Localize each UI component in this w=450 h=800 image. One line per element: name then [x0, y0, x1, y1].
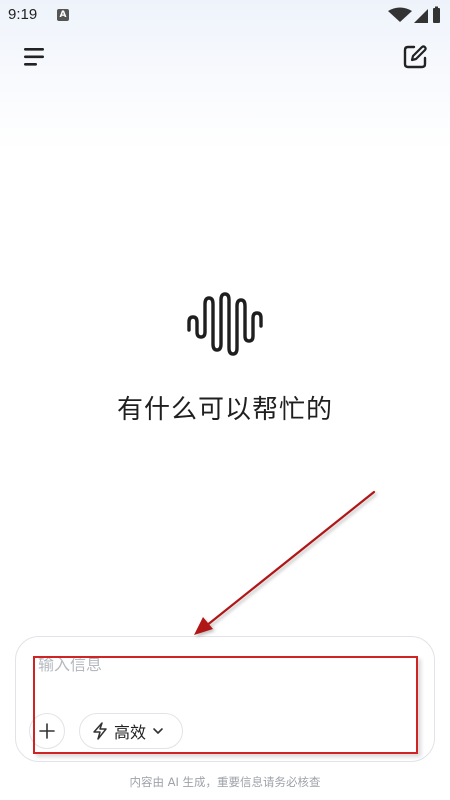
status-time: 9:19: [8, 6, 38, 23]
wifi-icon: [388, 7, 412, 22]
greeting-title: 有什么可以帮忙的: [116, 395, 333, 425]
battery-icon: [433, 8, 440, 23]
notification-icon: A: [57, 9, 69, 21]
chevron-down-icon: [153, 728, 163, 734]
message-input[interactable]: [36, 651, 420, 677]
signal-icon: [414, 9, 428, 23]
menu-icon: [24, 48, 44, 66]
mode-label: 高效: [114, 723, 147, 742]
lightning-icon: [93, 722, 107, 740]
add-attachment-button[interactable]: [29, 713, 65, 749]
status-indicators: [388, 6, 440, 23]
waveform-logo-icon: [187, 292, 263, 356]
logo: [185, 292, 265, 356]
new-chat-button[interactable]: [395, 37, 435, 77]
menu-button[interactable]: [15, 37, 55, 77]
edit-icon: [403, 45, 427, 69]
status-bar: 9:19 A: [0, 0, 450, 32]
message-composer: 高效: [15, 636, 435, 762]
ai-disclaimer: 内容由 AI 生成，重要信息请务必核查: [129, 775, 321, 789]
plus-icon: [39, 723, 55, 739]
mode-selector-button[interactable]: 高效: [79, 713, 183, 749]
